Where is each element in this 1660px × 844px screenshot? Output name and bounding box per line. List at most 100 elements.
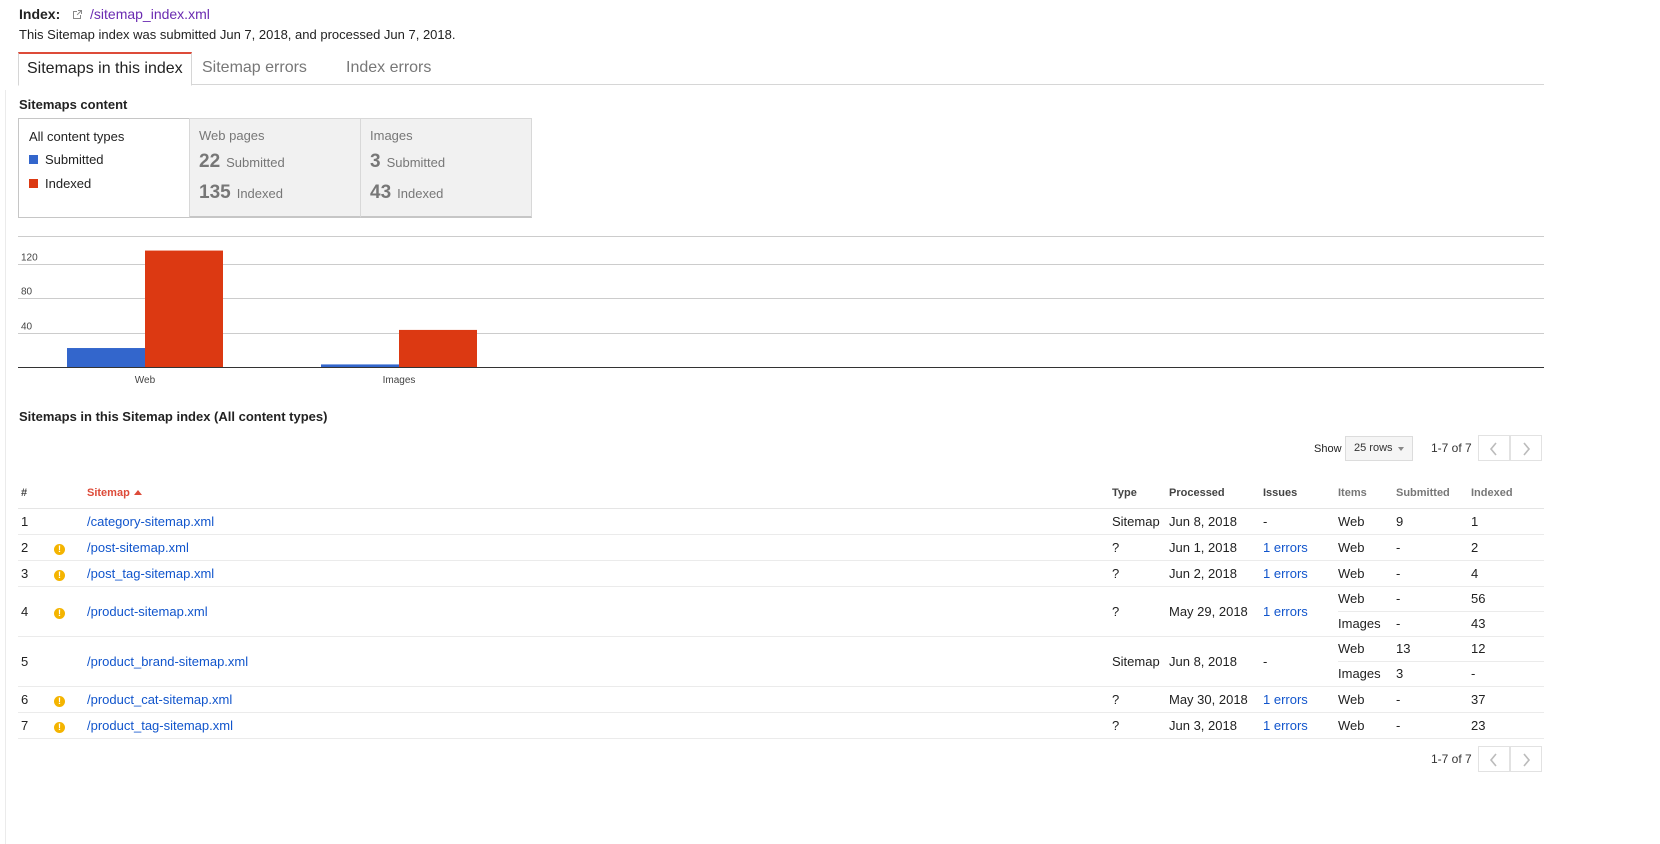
y-tick-label: 40 (21, 322, 33, 333)
issues-link[interactable]: 1 errors (1263, 692, 1308, 707)
row-issues-cell: 1 errors (1263, 686, 1338, 713)
col-header-num: # (18, 478, 52, 509)
row-submitted: 9 (1396, 508, 1471, 535)
issues-link[interactable]: 1 errors (1263, 604, 1308, 619)
page-left-border (5, 90, 6, 844)
row-indexed: 4 (1471, 560, 1544, 587)
images-submitted-stat: 3 Submitted (370, 151, 446, 172)
prev-page-button-top[interactable] (1478, 435, 1510, 461)
row-issues-cell: 1 errors (1263, 586, 1338, 637)
col-header-sitemap[interactable]: Sitemap (87, 478, 1112, 509)
next-page-button-bottom[interactable] (1510, 746, 1542, 772)
chevron-down-icon (1398, 447, 1404, 451)
warning-icon: ! (54, 695, 65, 707)
row-indexed: 23 (1471, 712, 1544, 739)
web-indexed-stat: 135 Indexed (199, 182, 283, 203)
content-type-all-title: All content types (29, 129, 125, 144)
col-header-indexed: Indexed (1471, 478, 1544, 509)
row-warning-cell (52, 508, 87, 535)
row-item-type: Web (1338, 686, 1396, 713)
bar-indexed-images (399, 329, 477, 367)
y-tick-label: 80 (21, 287, 33, 298)
x-tick-label: Web (135, 375, 156, 386)
x-tick-label: Images (383, 375, 416, 386)
row-sitemap-cell: /post-sitemap.xml (87, 534, 1112, 561)
row-number: 3 (18, 560, 52, 587)
col-header-processed[interactable]: Processed (1169, 478, 1263, 509)
row-type: Sitemap (1112, 636, 1169, 687)
table-row: 6! /product_cat-sitemap.xml? May 30, 2018 1… (18, 686, 1544, 713)
col-header-issues[interactable]: Issues (1263, 478, 1338, 509)
row-number: 5 (18, 636, 52, 687)
row-submitted: 13 (1396, 636, 1471, 662)
content-type-images-title: Images (370, 128, 413, 143)
row-submitted: - (1396, 586, 1471, 612)
content-type-web-title: Web pages (199, 128, 265, 143)
issues-link[interactable]: 1 errors (1263, 540, 1308, 555)
row-submitted: 3 (1396, 661, 1471, 687)
content-type-selector: All content types Submitted Indexed Web … (18, 118, 536, 218)
tab-sitemap-errors[interactable]: Sitemap errors (194, 52, 315, 85)
chevron-right-icon (1523, 442, 1531, 456)
row-item-type: Web (1338, 560, 1396, 587)
row-item-type: Web (1338, 636, 1396, 662)
row-issues-cell: 1 errors (1263, 560, 1338, 587)
pager-text-bottom: 1-7 of 7 (1431, 752, 1472, 766)
sitemap-link[interactable]: /category-sitemap.xml (87, 514, 214, 529)
row-warning-cell: ! (52, 686, 87, 713)
tab-sitemaps-in-index[interactable]: Sitemaps in this index (18, 52, 192, 86)
row-sitemap-cell: /category-sitemap.xml (87, 508, 1112, 535)
row-sitemap-cell: /product-sitemap.xml (87, 586, 1112, 637)
content-type-images[interactable]: Images 3 Submitted 43 Indexed (360, 118, 532, 218)
row-indexed: 43 (1471, 611, 1544, 637)
sitemap-link[interactable]: /post-sitemap.xml (87, 540, 189, 555)
pager-text-top: 1-7 of 7 (1431, 441, 1472, 455)
table-row: 5/product_brand-sitemap.xml Sitemap Jun 8,… (18, 636, 1544, 687)
row-number: 2 (18, 534, 52, 561)
col-header-items: Items (1338, 478, 1396, 509)
issues-link[interactable]: 1 errors (1263, 718, 1308, 733)
legend-indexed: Indexed (29, 176, 91, 191)
col-header-type[interactable]: Type (1112, 478, 1169, 509)
content-type-all[interactable]: All content types Submitted Indexed (18, 118, 190, 218)
tab-index-errors[interactable]: Index errors (338, 52, 439, 85)
row-type: Sitemap (1112, 508, 1169, 535)
row-indexed: 37 (1471, 686, 1544, 713)
sitemap-index-link[interactable]: /sitemap_index.xml (90, 6, 210, 22)
row-item-type: Web (1338, 534, 1396, 561)
table-header-row: # Sitemap Type Processed Issues Items Su… (18, 478, 1544, 509)
row-type: ? (1112, 586, 1169, 637)
row-processed: Jun 8, 2018 (1169, 636, 1263, 687)
row-submitted: - (1396, 712, 1471, 739)
warning-icon: ! (54, 607, 65, 619)
row-sitemap-cell: /product_brand-sitemap.xml (87, 636, 1112, 687)
y-tick-label: 120 (21, 253, 38, 264)
row-type: ? (1112, 686, 1169, 713)
row-indexed: 56 (1471, 586, 1544, 612)
show-label: Show (1314, 443, 1342, 455)
external-link-icon[interactable] (72, 7, 83, 23)
chart-svg: 4080120160WebImages (18, 236, 1544, 386)
rows-per-page-select[interactable]: 25 rows (1345, 436, 1413, 461)
prev-page-button-bottom[interactable] (1478, 746, 1510, 772)
content-type-web[interactable]: Web pages 22 Submitted 135 Indexed (189, 118, 361, 218)
row-indexed: 2 (1471, 534, 1544, 561)
issues-link[interactable]: 1 errors (1263, 566, 1308, 581)
sitemap-bar-chart: 4080120160WebImages (18, 236, 1544, 388)
sitemap-link[interactable]: /product_brand-sitemap.xml (87, 654, 248, 669)
row-warning-cell: ! (52, 712, 87, 739)
row-indexed: 12 (1471, 636, 1544, 662)
sitemap-link[interactable]: /product_cat-sitemap.xml (87, 692, 232, 707)
sitemap-link[interactable]: /product_tag-sitemap.xml (87, 718, 233, 733)
row-submitted: - (1396, 611, 1471, 637)
warning-icon: ! (54, 569, 65, 581)
row-submitted: - (1396, 534, 1471, 561)
row-type: ? (1112, 712, 1169, 739)
row-item-type: Web (1338, 586, 1396, 612)
sitemap-link[interactable]: /product-sitemap.xml (87, 604, 208, 619)
sitemap-link[interactable]: /post_tag-sitemap.xml (87, 566, 214, 581)
index-subtitle: This Sitemap index was submitted Jun 7, … (19, 27, 456, 42)
chevron-left-icon (1489, 442, 1497, 456)
issues-none: - (1263, 653, 1268, 669)
next-page-button-top[interactable] (1510, 435, 1542, 461)
